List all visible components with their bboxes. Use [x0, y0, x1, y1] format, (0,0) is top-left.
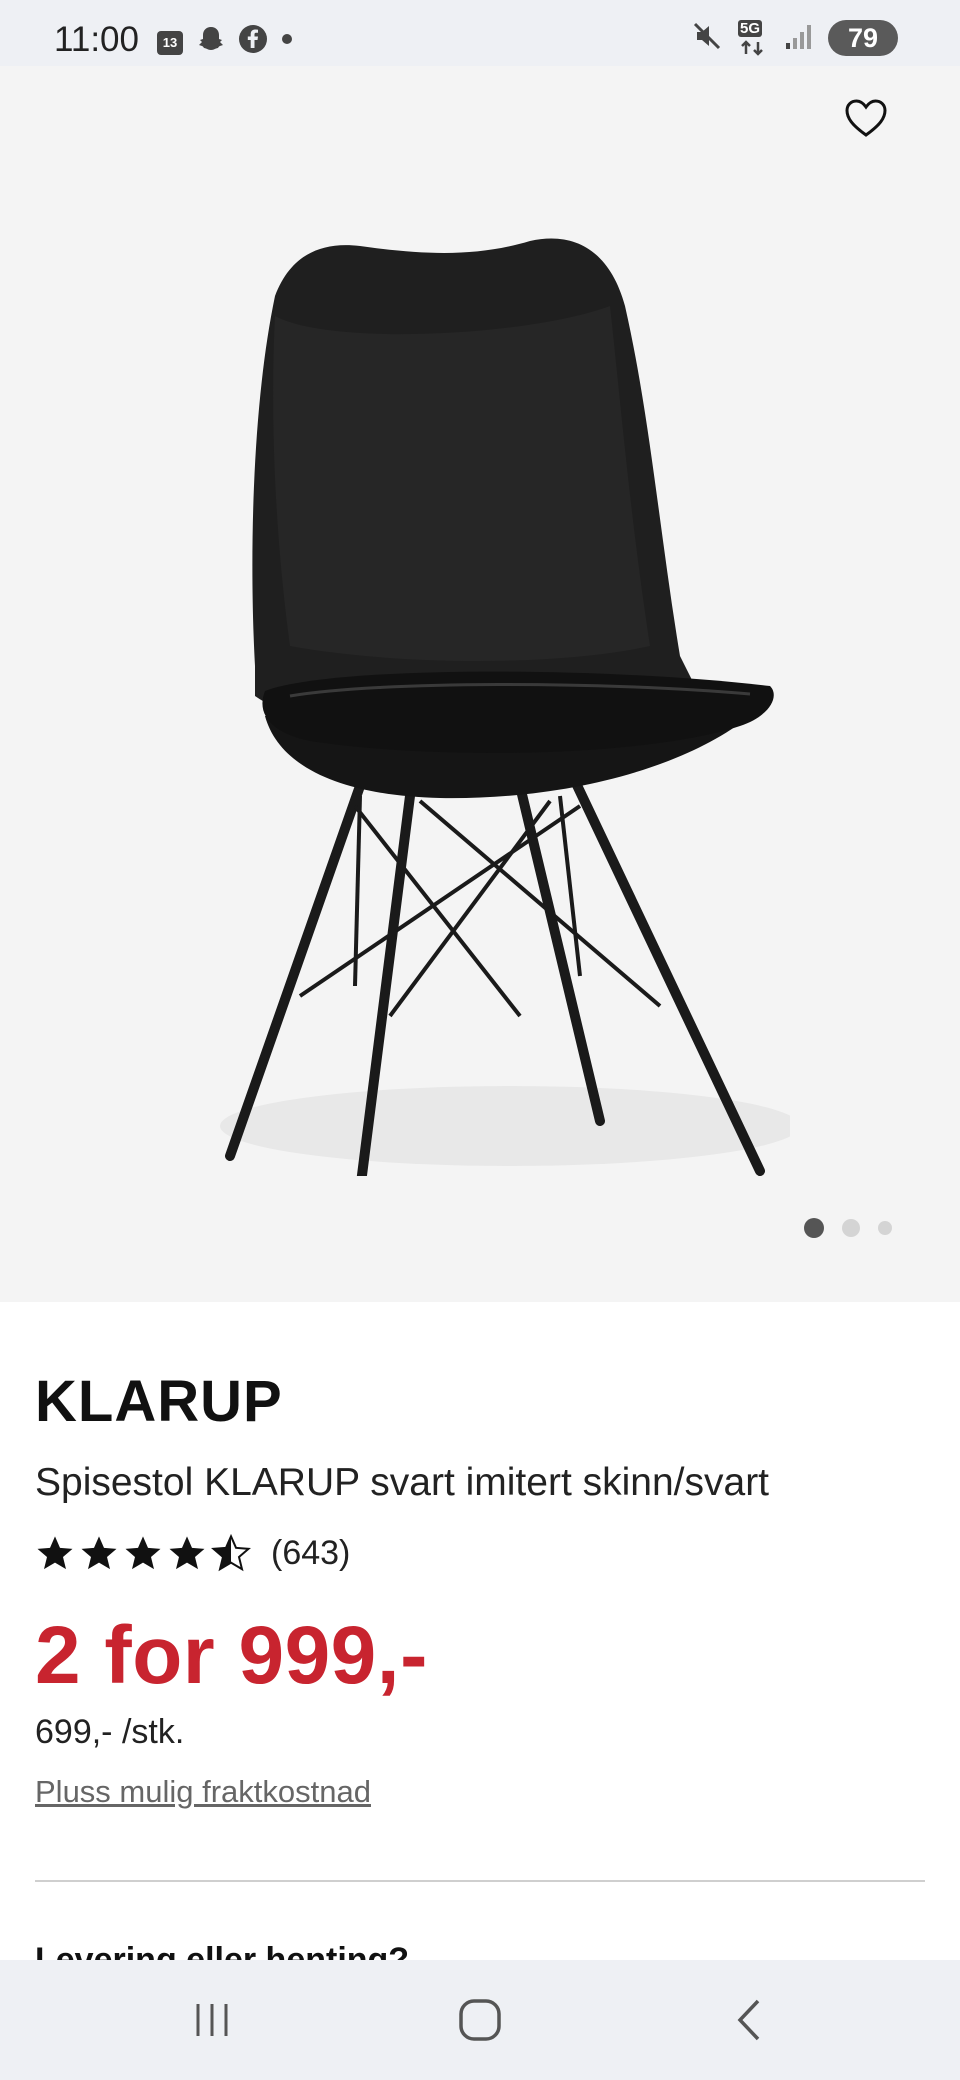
calendar-icon: 13 [156, 28, 184, 56]
unit-price: 699,- /stk. [35, 1713, 185, 1751]
carousel-dot[interactable] [878, 1221, 892, 1235]
home-icon [459, 1999, 501, 2041]
carousel-indicator [804, 1218, 892, 1238]
star-icon [37, 1536, 73, 1570]
mute-icon [692, 21, 722, 56]
status-left-icons: 13 [156, 24, 294, 59]
product-name: Spisestol KLARUP svart imitert skinn/sva… [35, 1461, 770, 1504]
notification-dot-icon [280, 32, 294, 51]
product-rating[interactable]: (643) [35, 1533, 925, 1573]
half-star-icon [211, 1533, 251, 1572]
status-time: 11:00 [54, 20, 139, 59]
section-divider [35, 1880, 925, 1882]
carousel-dot[interactable] [842, 1219, 860, 1237]
product-brand: KLARUP [35, 1369, 283, 1434]
product-info: KLARUP Spisestol KLARUP svart imitert sk… [35, 1302, 925, 1810]
star-icon [169, 1536, 205, 1570]
snapchat-icon [196, 24, 226, 59]
black-dining-chair-image [220, 238, 790, 1176]
status-right-icons: 5G 79 [692, 20, 898, 56]
battery-indicator: 79 [828, 20, 898, 56]
back-icon [737, 1999, 760, 2041]
shipping-cost-link[interactable]: Pluss mulig fraktkostnad [35, 1774, 925, 1810]
carousel-dot-active[interactable] [804, 1218, 824, 1238]
product-price: 2 for 999,- [35, 1610, 428, 1701]
delivery-section-title[interactable]: Levering eller henting? [35, 1936, 409, 1960]
favorite-button[interactable] [836, 88, 896, 148]
recent-apps-icon [196, 2004, 228, 2036]
facebook-icon [238, 24, 268, 59]
heart-outline-icon [845, 99, 887, 137]
status-bar: 11:00 13 5G 79 [0, 0, 960, 66]
home-button[interactable] [440, 1988, 520, 2052]
calendar-day: 13 [162, 34, 178, 50]
star-icon [81, 1536, 117, 1570]
5g-data-icon: 5G [736, 20, 770, 56]
back-button[interactable] [710, 1988, 790, 2052]
system-navigation-bar [0, 1960, 960, 2080]
recent-apps-button[interactable] [172, 1988, 252, 2052]
product-image-carousel[interactable] [0, 66, 960, 1302]
rating-stars [35, 1533, 251, 1573]
signal-icon [784, 21, 814, 56]
star-icon [125, 1536, 161, 1570]
review-count[interactable]: (643) [271, 1534, 350, 1573]
